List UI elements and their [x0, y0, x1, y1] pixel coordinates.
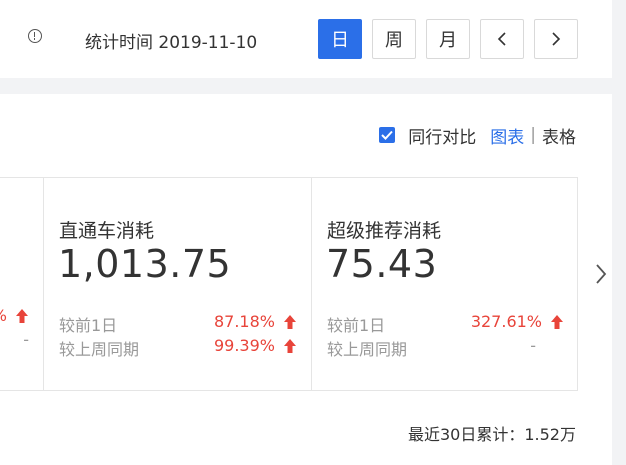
range-month-button[interactable]: 月: [426, 19, 470, 59]
day-compare-label: 较前1日: [327, 316, 386, 335]
week-change-value: -: [530, 336, 536, 355]
arrow-up-icon: [16, 308, 28, 323]
card-title: 超级推荐消耗: [327, 220, 442, 242]
week-compare-label: 较上周同期: [327, 340, 408, 359]
week-compare-row: -: [0, 330, 29, 352]
check-icon: [381, 130, 393, 140]
week-compare-row: 较上周同期 99.39%: [59, 336, 297, 359]
next-date-button[interactable]: [534, 19, 578, 59]
metrics-panel: 同行对比 图表 | 表格 % - 直通车消耗 1,013.75: [0, 94, 612, 465]
week-change-value: -: [23, 330, 29, 349]
range-week-button[interactable]: 周: [372, 19, 416, 59]
metric-card-super-recommend[interactable]: 超级推荐消耗 75.43 较前1日 327.61% 较上周同期 -: [312, 178, 577, 390]
chevron-right-icon: [596, 264, 607, 284]
compare-checkbox[interactable]: [379, 127, 396, 143]
prev-date-button[interactable]: [480, 19, 524, 59]
day-compare-row: %: [0, 306, 29, 328]
week-change-value: 99.39%: [214, 336, 297, 355]
day-compare-row: 较前1日 327.61%: [327, 312, 564, 335]
view-divider: |: [530, 125, 536, 145]
card-title: 直通车消耗: [59, 220, 155, 242]
view-chart-link[interactable]: 图表: [490, 123, 524, 148]
day-compare-row: 较前1日 87.18%: [59, 312, 297, 335]
chevron-right-icon: [552, 32, 561, 46]
card-value: 75.43: [326, 242, 438, 286]
thirty-day-total: 最近30日累计：1.52万: [408, 425, 576, 444]
info-icon[interactable]: [28, 29, 42, 43]
metric-card-partial[interactable]: % -: [0, 178, 44, 390]
metric-card-ztc[interactable]: 直通车消耗 1,013.75 较前1日 87.18% 较上周同期 99.39%: [44, 178, 312, 390]
day-change-value: 87.18%: [214, 312, 297, 331]
day-change-value: 327.61%: [471, 312, 564, 331]
compare-label[interactable]: 同行对比: [408, 123, 476, 148]
stat-time-label: 统计时间 2019-11-10: [85, 33, 258, 53]
arrow-up-icon: [284, 314, 296, 329]
date-toolbar: 统计时间 2019-11-10 日 周 月: [0, 0, 612, 78]
day-compare-label: 较前1日: [59, 316, 118, 335]
week-compare-label: 较上周同期: [59, 340, 140, 359]
chevron-left-icon: [497, 32, 506, 46]
card-value: 1,013.75: [58, 242, 232, 286]
view-toggle-row: 同行对比 图表 | 表格: [379, 123, 576, 148]
day-change-value: %: [0, 306, 29, 325]
metric-cards-carousel: % - 直通车消耗 1,013.75 较前1日 87.18%: [0, 177, 578, 391]
week-compare-row: 较上周同期 -: [327, 336, 564, 359]
carousel-next-button[interactable]: [592, 260, 610, 288]
arrow-up-icon: [551, 314, 563, 329]
view-table-link[interactable]: 表格: [542, 123, 576, 148]
arrow-up-icon: [284, 338, 296, 353]
range-day-button[interactable]: 日: [318, 19, 362, 59]
